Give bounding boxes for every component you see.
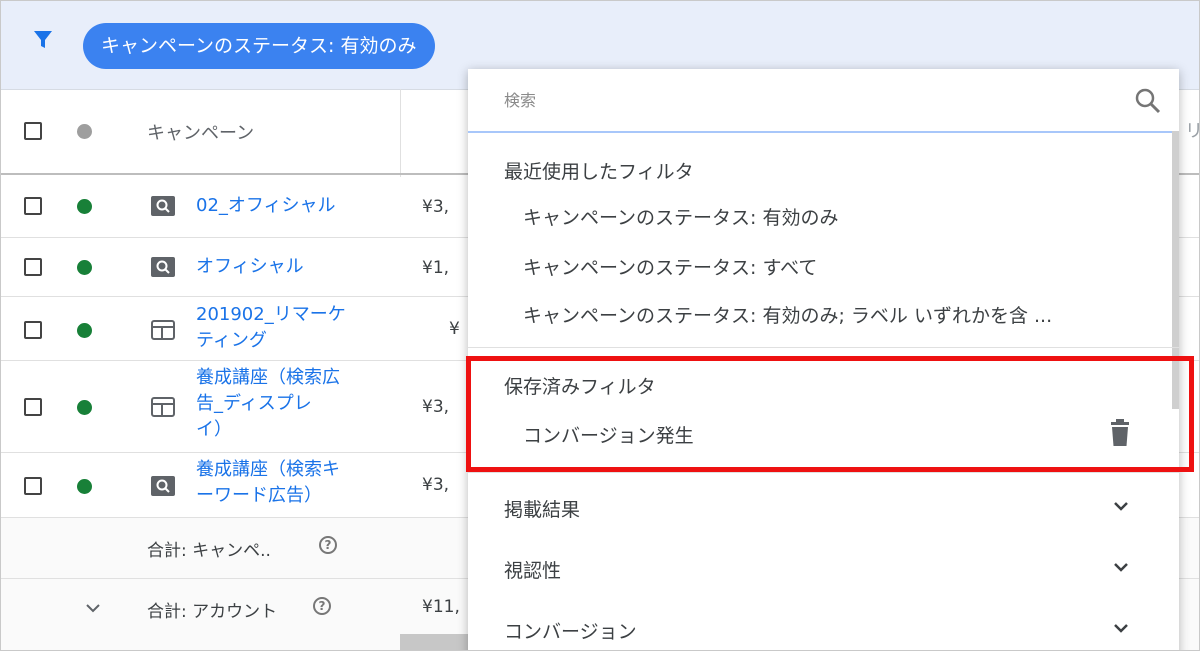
campaign-name-link[interactable]: 201902_リマーケ ティング bbox=[196, 302, 346, 354]
section-divider bbox=[468, 472, 1179, 473]
campaign-name-link[interactable]: オフィシャル bbox=[196, 254, 304, 280]
search-icon[interactable] bbox=[1132, 85, 1164, 117]
campaign-column-header[interactable]: キャンペーン bbox=[147, 119, 254, 145]
campaign-cost: ¥3, bbox=[422, 475, 450, 495]
search-campaign-icon bbox=[151, 257, 175, 277]
truncated-column-header: リ bbox=[1185, 117, 1199, 143]
status-enabled-dot bbox=[77, 323, 92, 338]
campaign-name-line: ティング bbox=[196, 330, 267, 351]
campaign-cost: ¥ bbox=[449, 319, 460, 339]
status-enabled-dot bbox=[77, 400, 92, 415]
recent-filter-item[interactable]: キャンペーンのステータス: 有効のみ bbox=[523, 203, 839, 230]
status-enabled-dot bbox=[77, 199, 92, 214]
status-header-dot bbox=[77, 124, 92, 139]
active-filter-chip[interactable]: キャンペーンのステータス: 有効のみ bbox=[83, 23, 435, 69]
status-enabled-dot bbox=[77, 479, 92, 494]
campaign-cost: ¥3, bbox=[422, 197, 450, 217]
campaign-name-link[interactable]: 02_オフィシャル bbox=[196, 193, 336, 219]
campaign-name-line: 養成講座（検索広 bbox=[196, 367, 340, 388]
saved-filters-title: 保存済みフィルタ bbox=[504, 376, 656, 398]
search-campaign-icon bbox=[151, 196, 175, 216]
row-checkbox[interactable] bbox=[24, 197, 42, 215]
app-frame: キャンペーンのステータス: 有効のみ キャンペーン リ 02_オフィシャル ¥3… bbox=[0, 0, 1200, 651]
campaign-name-line: イ） bbox=[196, 419, 232, 440]
recent-filters-title: 最近使用したフィルタ bbox=[504, 161, 694, 183]
display-campaign-icon bbox=[151, 397, 175, 417]
saved-filter-item[interactable]: コンバージョン発生 bbox=[523, 421, 694, 448]
row-checkbox[interactable] bbox=[24, 398, 42, 416]
category-item[interactable]: 掲載結果 bbox=[504, 495, 580, 522]
totals-label: 合計: キャンペ.. bbox=[147, 541, 271, 561]
section-divider bbox=[468, 347, 1179, 348]
chevron-down-icon[interactable] bbox=[1110, 495, 1132, 517]
recent-filter-item[interactable]: キャンペーンのステータス: すべて bbox=[523, 253, 817, 280]
campaign-name-line: ーワード広告） bbox=[196, 485, 322, 506]
filter-dropdown: 最近使用したフィルタ キャンペーンのステータス: 有効のみ キャンペーンのステー… bbox=[468, 69, 1179, 650]
row-checkbox[interactable] bbox=[24, 321, 42, 339]
status-enabled-dot bbox=[77, 260, 92, 275]
campaign-name-line: 201902_リマーケ bbox=[196, 304, 346, 325]
totals-cost: ¥11, bbox=[422, 597, 460, 617]
campaign-name-line: 養成講座（検索キ bbox=[196, 459, 340, 480]
campaign-cost: ¥3, bbox=[422, 397, 450, 417]
category-item[interactable]: 視認性 bbox=[504, 556, 561, 583]
search-campaign-icon bbox=[151, 476, 175, 496]
row-checkbox[interactable] bbox=[24, 258, 42, 276]
chevron-down-icon[interactable] bbox=[1110, 556, 1132, 578]
filter-icon[interactable] bbox=[31, 28, 55, 52]
chevron-down-icon[interactable] bbox=[1110, 617, 1132, 639]
help-icon[interactable]: ? bbox=[319, 536, 337, 554]
display-campaign-icon bbox=[151, 320, 175, 340]
totals-label: 合計: アカウント bbox=[147, 602, 278, 622]
filter-search-input[interactable] bbox=[504, 87, 1104, 113]
help-icon[interactable]: ? bbox=[313, 597, 331, 615]
campaign-cost: ¥1, bbox=[422, 258, 450, 278]
trash-icon[interactable] bbox=[1109, 419, 1131, 447]
filter-search-box bbox=[468, 69, 1179, 133]
dropdown-scrollbar[interactable] bbox=[1172, 131, 1179, 409]
campaign-name-link[interactable]: 養成講座（検索広 告_ディスプレ イ） bbox=[196, 365, 340, 443]
recent-filter-item[interactable]: キャンペーンのステータス: 有効のみ; ラベル いずれかを含 ... bbox=[523, 301, 1052, 328]
campaign-name-line: 告_ディスプレ bbox=[196, 393, 312, 414]
chevron-down-icon[interactable] bbox=[84, 599, 102, 617]
select-all-checkbox[interactable] bbox=[24, 122, 42, 140]
campaign-name-link[interactable]: 養成講座（検索キ ーワード広告） bbox=[196, 457, 340, 509]
row-checkbox[interactable] bbox=[24, 477, 42, 495]
category-item[interactable]: コンバージョン bbox=[504, 617, 637, 644]
